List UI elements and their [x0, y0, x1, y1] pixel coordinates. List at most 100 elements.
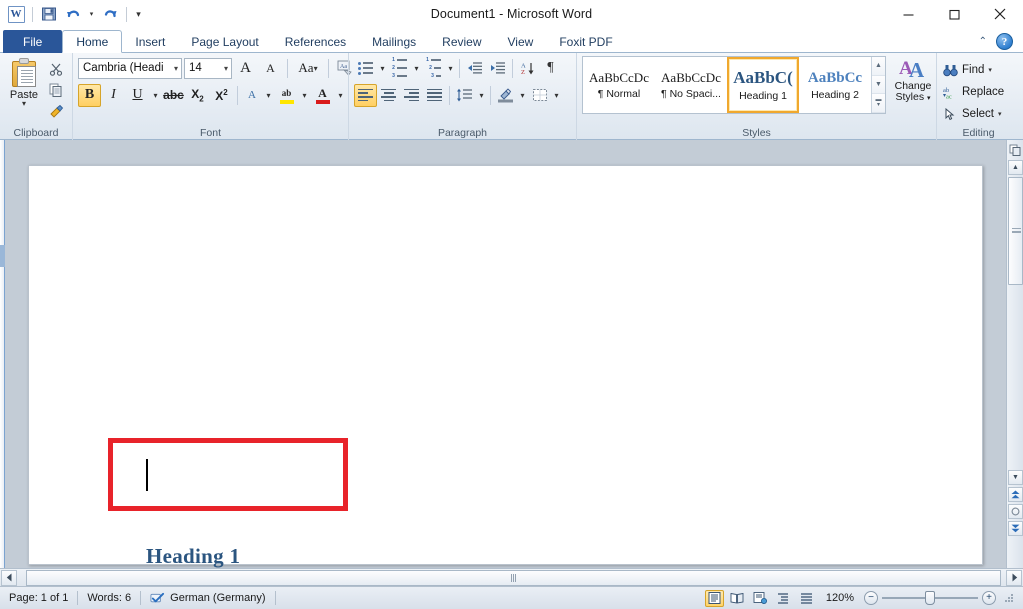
align-left-button[interactable] [354, 84, 377, 107]
customize-qat-button[interactable]: ▾ [132, 3, 145, 25]
word-logo-button[interactable]: W [5, 3, 27, 25]
scroll-left-button[interactable] [1, 570, 17, 586]
bold-button[interactable]: B [78, 84, 101, 107]
page-thumbnail-icon[interactable] [1008, 142, 1023, 158]
tab-view[interactable]: View [495, 30, 547, 53]
tab-references[interactable]: References [272, 30, 359, 53]
select-browse-object-button[interactable] [1008, 504, 1023, 519]
bullets-dropdown[interactable]: ▾ [377, 57, 388, 80]
line-spacing-dropdown[interactable]: ▾ [476, 84, 487, 107]
document-page[interactable]: Heading 1 Heading 2 Heading 3 [28, 165, 983, 565]
strikethrough-button[interactable]: abc [162, 84, 185, 107]
sort-button[interactable]: A Z [516, 57, 539, 80]
superscript-button[interactable]: X2 [210, 84, 233, 107]
view-draft-button[interactable] [797, 590, 816, 607]
maximize-button[interactable] [931, 0, 977, 28]
left-panel-strip[interactable] [0, 140, 5, 568]
align-center-button[interactable] [377, 84, 400, 107]
view-full-screen-reading-button[interactable] [728, 590, 747, 607]
italic-button[interactable]: I [102, 84, 125, 107]
scroll-up-button[interactable]: ▲ [1008, 160, 1023, 175]
font-name-combo[interactable]: Cambria (Headi ▾ [78, 58, 182, 79]
multilevel-dropdown[interactable]: ▾ [445, 57, 456, 80]
horizontal-scroll-thumb[interactable] [26, 570, 1001, 586]
font-color-button[interactable]: A [311, 84, 334, 107]
format-painter-button[interactable] [45, 102, 67, 120]
scroll-down-button[interactable]: ▼ [1008, 470, 1023, 485]
style-normal[interactable]: AaBbCcDc ¶ Normal [583, 57, 655, 113]
previous-page-button[interactable] [1008, 487, 1023, 502]
undo-dropdown[interactable]: ▾ [86, 3, 97, 25]
style-heading-1[interactable]: AaBbC( Heading 1 [727, 57, 799, 113]
justify-button[interactable] [423, 84, 446, 107]
text-effects-dropdown[interactable]: ▾ [263, 84, 274, 107]
borders-button[interactable] [528, 84, 551, 107]
undo-button[interactable] [62, 3, 84, 25]
paste-button[interactable]: Paste ▾ [5, 56, 43, 120]
vertical-scrollbar[interactable]: ▲ ▼ [1006, 140, 1023, 568]
tab-home[interactable]: Home [62, 30, 122, 53]
tab-foxit-pdf[interactable]: Foxit PDF [546, 30, 625, 53]
next-page-button[interactable] [1008, 521, 1023, 536]
styles-more-button[interactable]: ▬▾ [872, 94, 885, 113]
tab-file[interactable]: File [3, 30, 62, 53]
underline-button[interactable]: U [126, 84, 149, 107]
copy-button[interactable] [45, 81, 67, 99]
minimize-button[interactable] [885, 0, 931, 28]
style-heading-2[interactable]: AaBbCc Heading 2 [799, 57, 871, 113]
subscript-button[interactable]: X2 [186, 84, 209, 107]
align-right-button[interactable] [400, 84, 423, 107]
help-icon[interactable]: ? [996, 33, 1013, 50]
show-formatting-marks-button[interactable]: ¶ [539, 57, 562, 80]
select-button[interactable]: Select ▾ [942, 103, 1001, 125]
line-spacing-button[interactable] [453, 84, 476, 107]
view-web-layout-button[interactable] [751, 590, 770, 607]
tab-review[interactable]: Review [429, 30, 494, 53]
change-case-button[interactable]: Aa ▾ [293, 57, 323, 80]
collapse-ribbon-icon[interactable]: ⌃ [979, 36, 987, 47]
grow-font-button[interactable]: A [234, 57, 257, 80]
tab-insert[interactable]: Insert [122, 30, 178, 53]
window-resize-grip[interactable] [1003, 592, 1015, 604]
document-heading-1[interactable]: Heading 1 [146, 544, 240, 569]
multilevel-list-button[interactable]: 1 2 3 [422, 57, 445, 80]
highlight-color-button[interactable]: ab [275, 84, 298, 107]
page-indicator[interactable]: Page: 1 of 1 [0, 589, 77, 607]
bullets-button[interactable] [354, 57, 377, 80]
zoom-slider[interactable] [882, 591, 978, 605]
styles-scroll-down-button[interactable]: ▼ [872, 76, 885, 95]
left-panel-thumb[interactable] [0, 245, 5, 267]
numbering-button[interactable]: 1 2 3 [388, 57, 411, 80]
word-count[interactable]: Words: 6 [78, 589, 140, 607]
shading-dropdown[interactable]: ▾ [517, 84, 528, 107]
numbering-dropdown[interactable]: ▾ [411, 57, 422, 80]
tab-page-layout[interactable]: Page Layout [178, 30, 271, 53]
view-outline-button[interactable] [774, 590, 793, 607]
font-size-combo[interactable]: 14 ▾ [184, 58, 232, 79]
tab-mailings[interactable]: Mailings [359, 30, 429, 53]
proofing-status[interactable]: German (Germany) [141, 589, 274, 607]
save-button[interactable] [38, 3, 60, 25]
underline-dropdown[interactable]: ▾ [150, 84, 161, 107]
highlight-dropdown[interactable]: ▾ [299, 84, 310, 107]
close-button[interactable] [977, 0, 1023, 28]
shading-button[interactable] [494, 84, 517, 107]
find-button[interactable]: Find ▾ [942, 59, 992, 81]
zoom-slider-thumb[interactable] [925, 591, 935, 605]
decrease-indent-button[interactable] [463, 57, 486, 80]
zoom-in-button[interactable]: + [982, 591, 996, 605]
vertical-scroll-thumb[interactable] [1008, 177, 1023, 285]
view-print-layout-button[interactable] [705, 590, 724, 607]
increase-indent-button[interactable] [486, 57, 509, 80]
text-effects-button[interactable]: A [242, 84, 262, 107]
font-color-dropdown[interactable]: ▾ [335, 84, 346, 107]
scroll-right-button[interactable] [1006, 570, 1022, 586]
style-no-spacing[interactable]: AaBbCcDc ¶ No Spaci... [655, 57, 727, 113]
borders-dropdown[interactable]: ▾ [551, 84, 562, 107]
horizontal-scrollbar[interactable] [0, 568, 1023, 586]
cut-button[interactable] [45, 60, 67, 78]
zoom-out-button[interactable]: − [864, 591, 878, 605]
horizontal-scroll-track[interactable] [18, 570, 1005, 586]
styles-scroll-up-button[interactable]: ▲ [872, 57, 885, 76]
change-styles-button[interactable]: A A Change Styles ▾ [886, 56, 940, 104]
